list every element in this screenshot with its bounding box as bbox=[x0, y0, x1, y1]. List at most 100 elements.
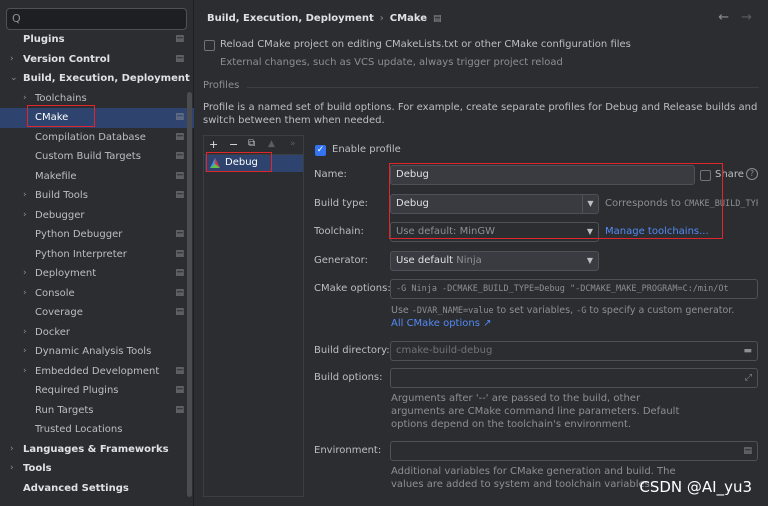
sidebar-item-version-control[interactable]: › Version Control ▤ bbox=[0, 50, 194, 70]
project-scope-icon: ▤ bbox=[175, 307, 184, 317]
sidebar-item-cmake[interactable]: CMake ▤ bbox=[0, 108, 194, 128]
sidebar-item-languages-frameworks[interactable]: › Languages & Frameworks bbox=[0, 440, 194, 460]
sidebar-item-trusted-locations[interactable]: Trusted Locations bbox=[0, 420, 194, 440]
sidebar-item-label: Run Targets bbox=[35, 404, 94, 416]
generator-value: Use default bbox=[396, 255, 454, 266]
search-input[interactable]: Q bbox=[6, 8, 187, 30]
move-up-button[interactable]: ▲ bbox=[268, 139, 275, 149]
chevron-down-icon[interactable]: ⌄ bbox=[10, 69, 18, 89]
sidebar-item-debugger[interactable]: › Debugger bbox=[0, 206, 194, 226]
sidebar-item-deployment[interactable]: › Deployment ▤ bbox=[0, 264, 194, 284]
sidebar-item-python-debugger[interactable]: Python Debugger ▤ bbox=[0, 225, 194, 245]
add-profile-button[interactable]: + bbox=[209, 138, 218, 151]
edit-environment-icon[interactable]: ▤ bbox=[743, 442, 752, 460]
sidebar-scrollbar[interactable] bbox=[187, 92, 192, 497]
sidebar-item-label: Trusted Locations bbox=[35, 424, 123, 435]
sidebar-item-label: Docker bbox=[35, 326, 71, 338]
chevron-right-icon[interactable]: › bbox=[23, 362, 27, 382]
build-type-note: Corresponds to CMAKE_BUILD_TYPE bbox=[605, 198, 758, 209]
sidebar-item-build-execution-deployment[interactable]: ⌄ Build, Execution, Deployment bbox=[0, 69, 194, 89]
sidebar-item-makefile[interactable]: Makefile ▤ bbox=[0, 167, 194, 187]
generator-label: Generator: bbox=[314, 255, 368, 266]
settings-sidebar: Q Plugins ▤ › Version Control ▤ ⌄ Build, Execu… bbox=[0, 0, 194, 506]
sidebar-item-label: Embedded Development bbox=[35, 365, 160, 377]
sidebar-item-label: Python Debugger bbox=[35, 229, 123, 240]
sidebar-item-label: Build, Execution, Deployment bbox=[23, 73, 190, 84]
expand-icon[interactable]: ⤢ bbox=[745, 369, 752, 387]
project-scope-icon: ▤ bbox=[175, 385, 184, 395]
enable-profile-checkbox[interactable]: ✓ bbox=[315, 145, 326, 156]
sidebar-item-label: Toolchains bbox=[35, 92, 87, 104]
enable-profile-label: Enable profile bbox=[332, 144, 401, 155]
build-options-field[interactable]: ⤢ bbox=[390, 368, 758, 388]
build-type-label: Build type: bbox=[314, 198, 368, 209]
more-button[interactable]: » bbox=[290, 139, 296, 149]
back-arrow-icon[interactable]: ← bbox=[718, 10, 729, 25]
copy-profile-button[interactable]: ⧉ bbox=[248, 138, 255, 149]
chevron-right-icon[interactable]: › bbox=[10, 440, 14, 460]
profiles-toolbar: + − ⧉ ▲ » bbox=[204, 136, 303, 155]
share-checkbox[interactable] bbox=[700, 170, 711, 181]
sidebar-item-toolchains[interactable]: › Toolchains bbox=[0, 89, 194, 109]
sidebar-item-label: Deployment bbox=[35, 268, 97, 279]
build-options-label: Build options: bbox=[314, 372, 383, 383]
project-scope-icon: ▤ bbox=[175, 190, 184, 200]
chevron-right-icon[interactable]: › bbox=[23, 186, 27, 206]
chevron-right-icon[interactable]: › bbox=[23, 284, 27, 304]
sidebar-item-label: Dynamic Analysis Tools bbox=[35, 346, 152, 357]
chevron-right-icon[interactable]: › bbox=[23, 89, 27, 109]
sidebar-item-run-targets[interactable]: Run Targets ▤ bbox=[0, 401, 194, 421]
profiles-list: + − ⧉ ▲ » Debug bbox=[203, 135, 304, 497]
environment-field[interactable]: ▤ bbox=[390, 441, 758, 461]
chevron-right-icon[interactable]: › bbox=[23, 264, 27, 284]
profile-item-debug[interactable]: Debug bbox=[205, 155, 303, 172]
project-scope-icon: ▤ bbox=[175, 404, 184, 415]
sidebar-item-console[interactable]: › Console ▤ bbox=[0, 284, 194, 304]
manage-toolchains-link[interactable]: Manage toolchains... bbox=[605, 226, 709, 237]
chevron-right-icon[interactable]: › bbox=[10, 50, 14, 70]
history-nav: ← → bbox=[706, 10, 752, 25]
chevron-right-icon[interactable]: › bbox=[23, 342, 27, 362]
breadcrumb-separator: › bbox=[379, 13, 384, 24]
build-directory-field[interactable]: cmake-build-debug ▬ bbox=[390, 341, 758, 361]
sidebar-item-advanced-settings[interactable]: Advanced Settings bbox=[0, 479, 194, 499]
chevron-right-icon[interactable]: › bbox=[23, 206, 27, 226]
help-icon[interactable]: ? bbox=[746, 168, 758, 180]
sidebar-item-required-plugins[interactable]: Required Plugins ▤ bbox=[0, 381, 194, 401]
chevron-right-icon[interactable]: › bbox=[23, 323, 27, 343]
sidebar-item-label: Coverage bbox=[35, 307, 83, 318]
project-scope-icon: ▤ bbox=[175, 53, 184, 64]
section-divider bbox=[247, 87, 759, 88]
project-scope-icon: ▤ bbox=[175, 268, 184, 278]
sidebar-item-coverage[interactable]: Coverage ▤ bbox=[0, 303, 194, 323]
sidebar-item-label: Makefile bbox=[35, 170, 77, 182]
sidebar-item-dynamic-analysis-tools[interactable]: › Dynamic Analysis Tools bbox=[0, 342, 194, 362]
all-cmake-options-link[interactable]: All CMake options ↗ bbox=[391, 318, 491, 329]
search-icon: Q bbox=[12, 12, 21, 25]
sidebar-item-python-interpreter[interactable]: Python Interpreter ▤ bbox=[0, 245, 194, 265]
sidebar-item-label: CMake bbox=[35, 112, 69, 123]
sidebar-item-tools[interactable]: › Tools bbox=[0, 459, 194, 479]
sidebar-item-label: Console bbox=[35, 287, 75, 299]
sidebar-item-label: Compilation Database bbox=[35, 131, 146, 143]
toolchain-select[interactable]: Use default: MinGW ▼ bbox=[390, 222, 599, 242]
cmake-options-field[interactable]: -G Ninja -DCMAKE_BUILD_TYPE=Debug "-DCMA… bbox=[390, 279, 758, 299]
build-type-select[interactable]: Debug ▼ bbox=[390, 194, 599, 214]
reload-cmake-checkbox[interactable] bbox=[204, 40, 215, 51]
sidebar-item-build-tools[interactable]: › Build Tools ▤ bbox=[0, 186, 194, 206]
remove-profile-button[interactable]: − bbox=[229, 138, 238, 151]
sidebar-item-custom-build-targets[interactable]: Custom Build Targets ▤ bbox=[0, 147, 194, 167]
chevron-right-icon[interactable]: › bbox=[10, 459, 14, 479]
chevron-down-icon: ▼ bbox=[582, 195, 598, 213]
sidebar-item-compilation-database[interactable]: Compilation Database ▤ bbox=[0, 128, 194, 148]
forward-arrow-icon[interactable]: → bbox=[741, 10, 752, 25]
breadcrumb-parent[interactable]: Build, Execution, Deployment bbox=[207, 13, 374, 24]
folder-icon[interactable]: ▬ bbox=[743, 342, 752, 360]
sidebar-item-docker[interactable]: › Docker bbox=[0, 323, 194, 343]
sidebar-item-embedded-development[interactable]: › Embedded Development ▤ bbox=[0, 362, 194, 382]
generator-select[interactable]: Use default Ninja ▼ bbox=[390, 251, 599, 271]
name-field[interactable]: Debug bbox=[390, 165, 695, 185]
chevron-down-icon: ▼ bbox=[586, 256, 594, 265]
environment-label: Environment: bbox=[314, 445, 382, 456]
sidebar-item-plugins[interactable]: Plugins ▤ bbox=[0, 30, 194, 50]
